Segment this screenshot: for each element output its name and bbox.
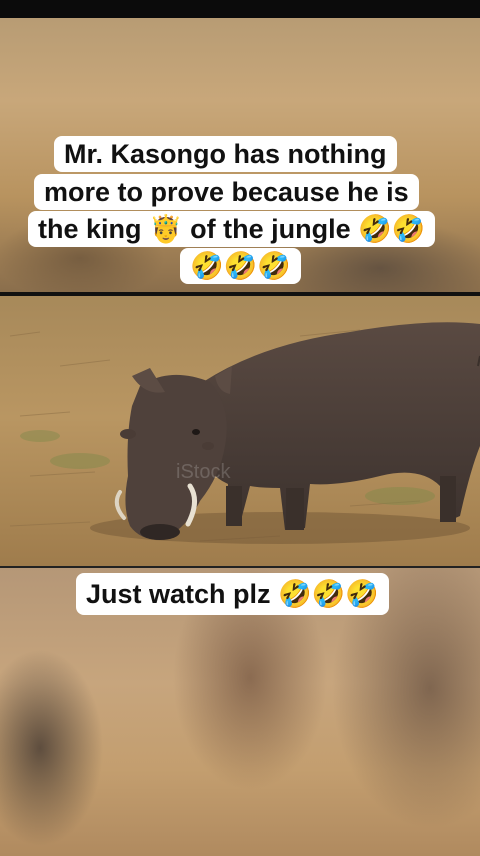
- caption-top-line-4: 🤣🤣🤣: [180, 248, 301, 284]
- watermark: iStock: [176, 461, 231, 483]
- warthog-scene-image: [0, 296, 480, 566]
- caption-bottom: Just watch plz 🤣🤣🤣: [76, 573, 389, 615]
- caption-top-line-2: more to prove because he is: [34, 174, 419, 210]
- top-bar: [0, 0, 480, 18]
- video-frame[interactable]: Mr. Kasongo has nothing more to prove be…: [0, 0, 480, 856]
- caption-top-line-1: Mr. Kasongo has nothing: [54, 136, 397, 172]
- caption-top-line-3: the king 🤴 of the jungle 🤣🤣: [28, 211, 436, 247]
- video-scene: iStock: [0, 296, 480, 566]
